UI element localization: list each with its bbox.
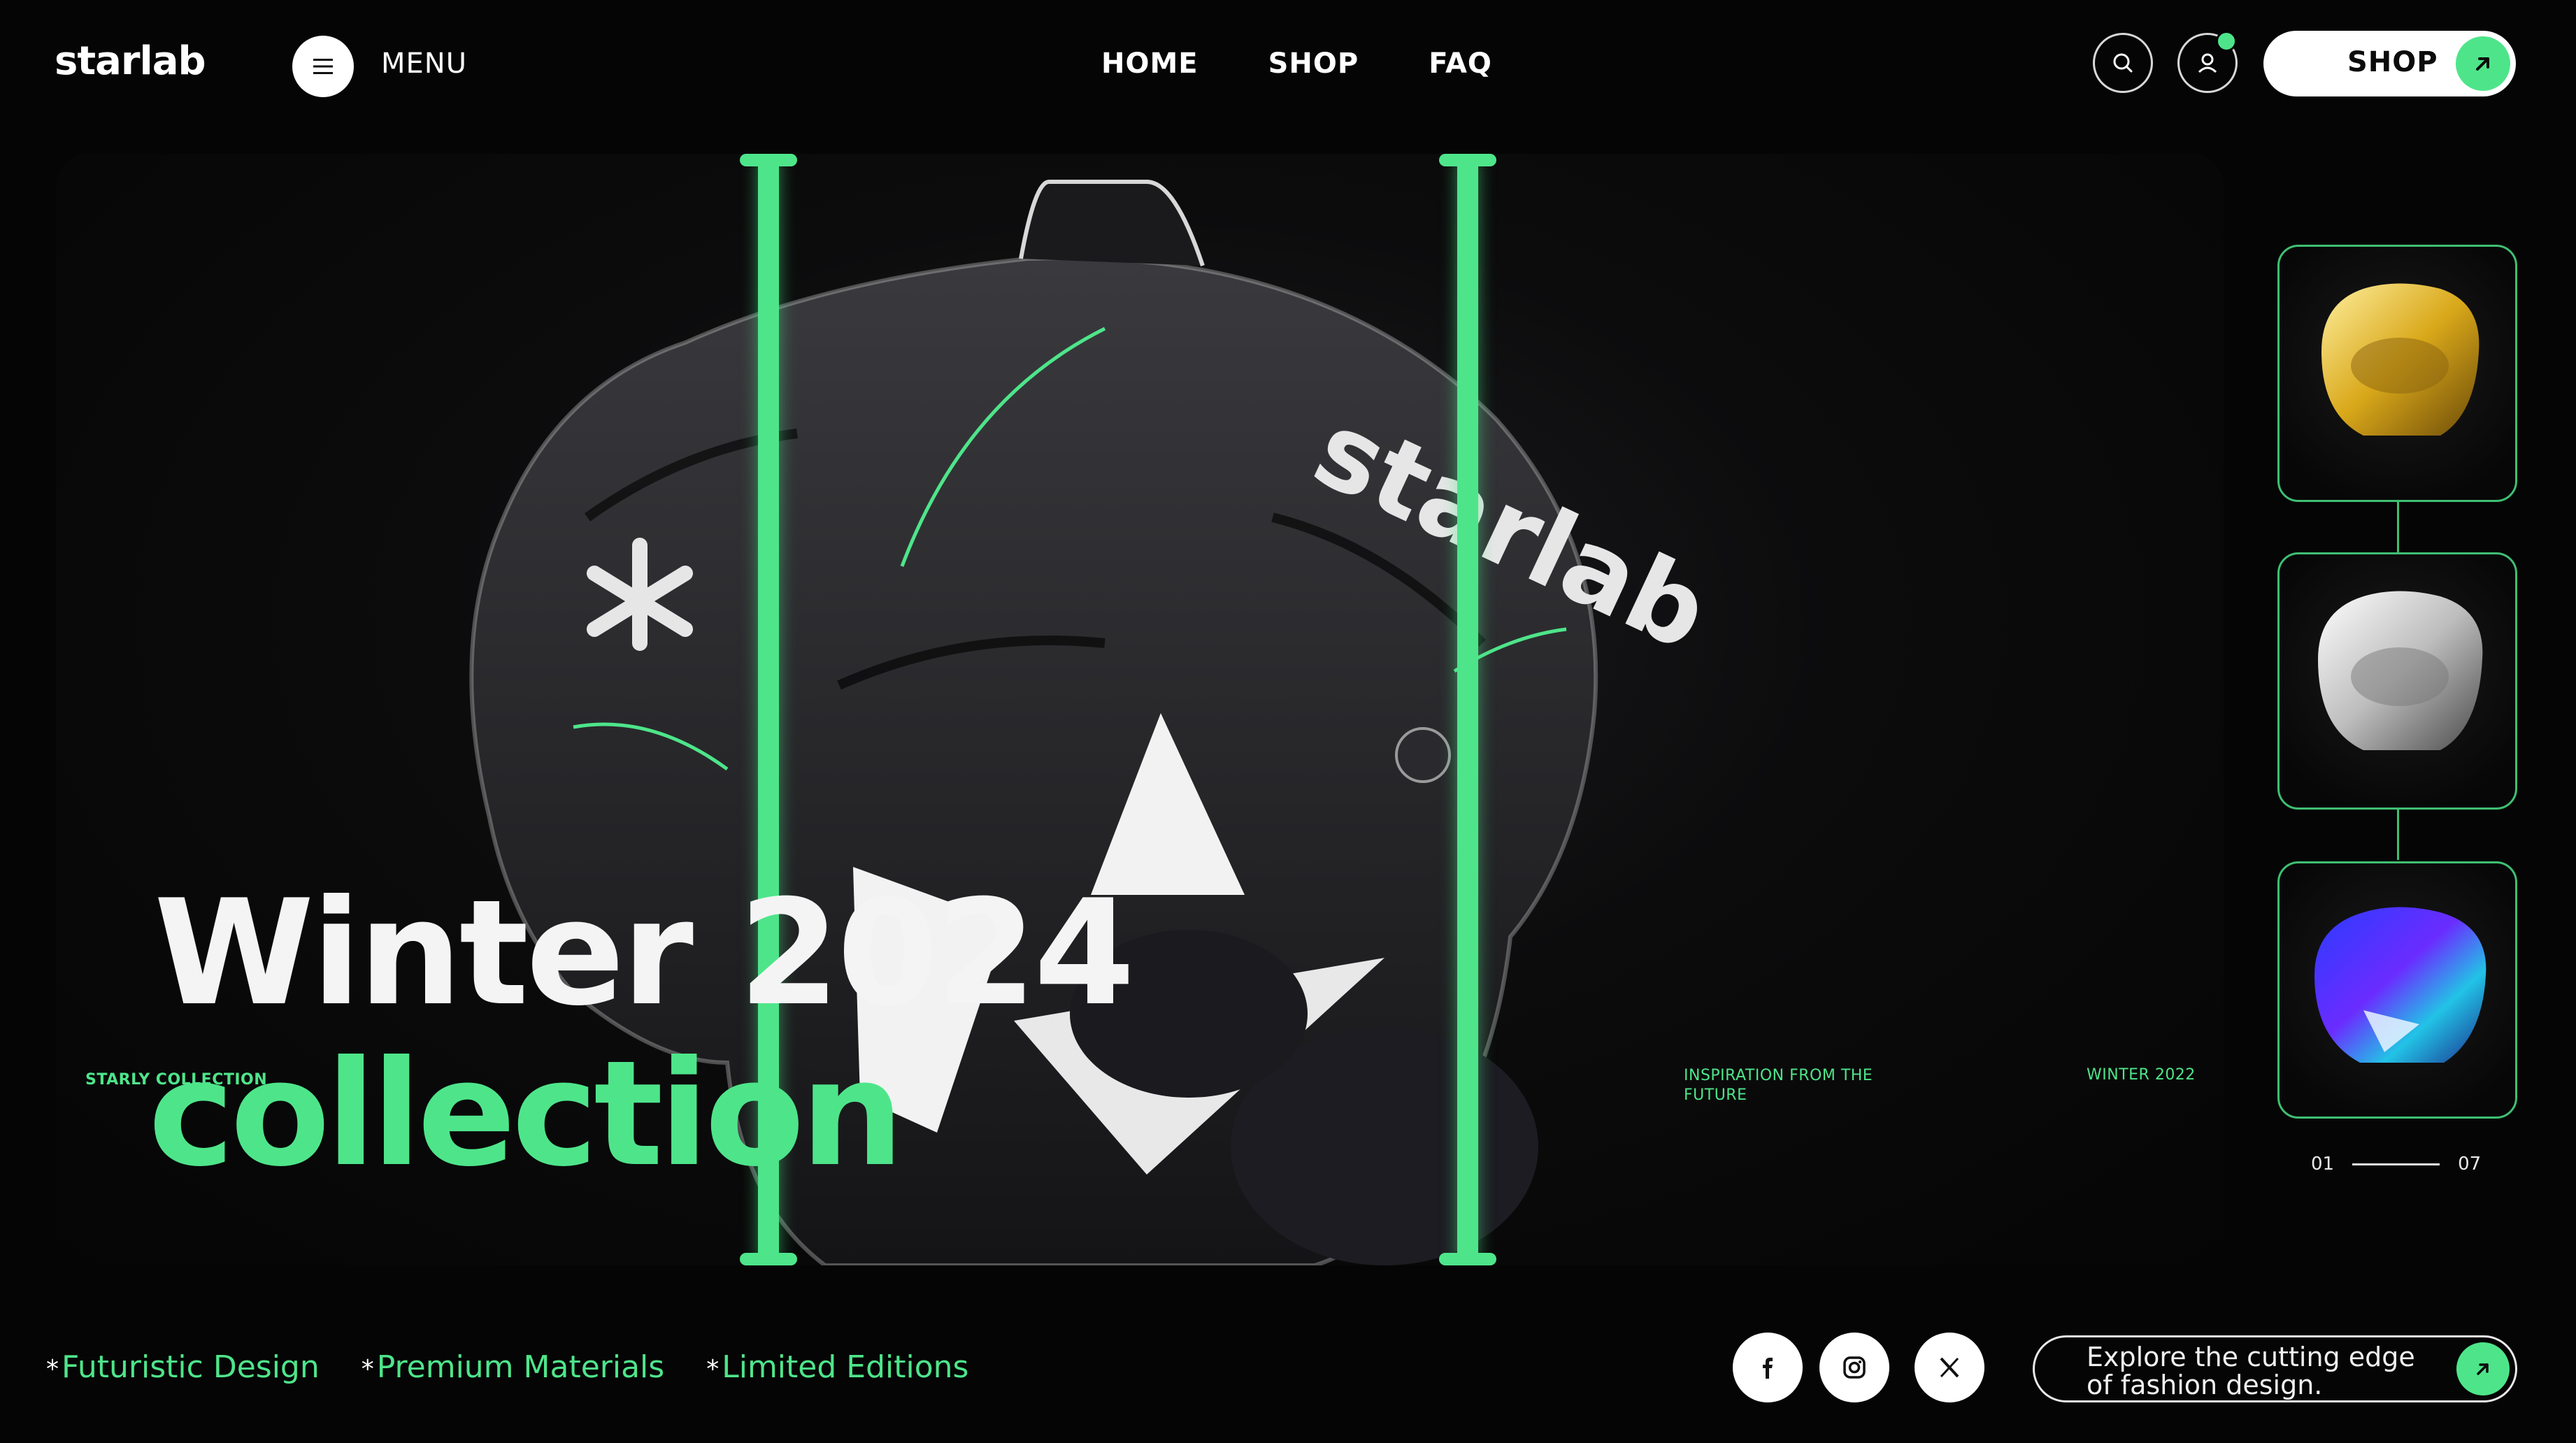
asterisk-icon: *: [361, 1355, 374, 1384]
gold-jacket-image: [2321, 283, 2480, 436]
brand-logo[interactable]: starlab: [55, 38, 206, 84]
nav-faq[interactable]: FAQ: [1429, 48, 1492, 80]
pager-current: 01: [2311, 1154, 2335, 1175]
feature-item: *Limited Editions: [706, 1349, 968, 1385]
search-button[interactable]: [2093, 33, 2153, 93]
thumbnail-connector: [2397, 810, 2399, 860]
x-icon: [1940, 1357, 1959, 1378]
feature-label: Limited Editions: [722, 1349, 969, 1385]
feature-label: Futuristic Design: [62, 1349, 320, 1385]
pager-line: [2352, 1163, 2440, 1165]
thumbnail-silver-jacket[interactable]: [2277, 552, 2517, 810]
notification-dot: [2216, 31, 2237, 52]
search-icon: [2113, 53, 2133, 73]
nav-home[interactable]: HOME: [1101, 48, 1198, 80]
asterisk-icon: *: [706, 1355, 720, 1384]
holographic-jacket-image: [2314, 907, 2486, 1063]
feature-label: Premium Materials: [376, 1349, 665, 1385]
season-tag: WINTER 2022: [2087, 1066, 2196, 1084]
cta-text: Explore the cutting edge of fashion desi…: [2087, 1342, 2415, 1400]
thumbnail-gold-jacket[interactable]: [2277, 245, 2517, 502]
facebook-icon: [1763, 1358, 1773, 1379]
hero-title: Winter 2024: [154, 869, 1135, 1038]
user-icon: [2198, 53, 2217, 73]
asterisk-icon: *: [46, 1355, 59, 1384]
thumbnail-connector: [2397, 502, 2399, 552]
main-nav: HOME SHOP FAQ: [1101, 48, 1492, 80]
menu-button[interactable]: [292, 36, 354, 97]
account-button[interactable]: [2177, 31, 2238, 93]
pager-total: 07: [2458, 1154, 2482, 1175]
shop-button-label: SHOP: [2347, 46, 2438, 78]
arrow-up-right-icon: [2456, 36, 2510, 91]
arrow-up-right-icon: [2456, 1342, 2510, 1395]
instagram-button[interactable]: [1819, 1333, 1889, 1402]
explore-cta[interactable]: Explore the cutting edge of fashion desi…: [2033, 1335, 2517, 1402]
hero-banner: starlab Winter 2024 collection STARLY CO…: [56, 154, 2224, 1265]
thumbnail-holographic-jacket[interactable]: [2277, 861, 2517, 1119]
instagram-icon: [1843, 1356, 1866, 1379]
collection-tag: STARLY COLLECTION: [85, 1071, 268, 1089]
feature-item: *Premium Materials: [362, 1349, 664, 1385]
facebook-button[interactable]: [1733, 1333, 1803, 1402]
silver-jacket-image: [2318, 591, 2483, 750]
hero-subtitle: collection: [148, 1030, 904, 1199]
carousel-pager: 01 07: [2311, 1154, 2481, 1175]
feature-list: *Futuristic Design *Premium Materials *L…: [46, 1349, 1010, 1385]
inspiration-text: INSPIRATION FROM THE FUTURE: [1684, 1067, 1873, 1104]
nav-shop[interactable]: SHOP: [1268, 48, 1359, 80]
feature-item: *Futuristic Design: [46, 1349, 320, 1385]
x-button[interactable]: [1915, 1333, 1984, 1402]
menu-label[interactable]: MENU: [381, 48, 467, 80]
menu-icon: [313, 59, 333, 74]
hero-right-frame-bar: [1439, 154, 1496, 1265]
shop-button[interactable]: SHOP: [2263, 31, 2516, 96]
